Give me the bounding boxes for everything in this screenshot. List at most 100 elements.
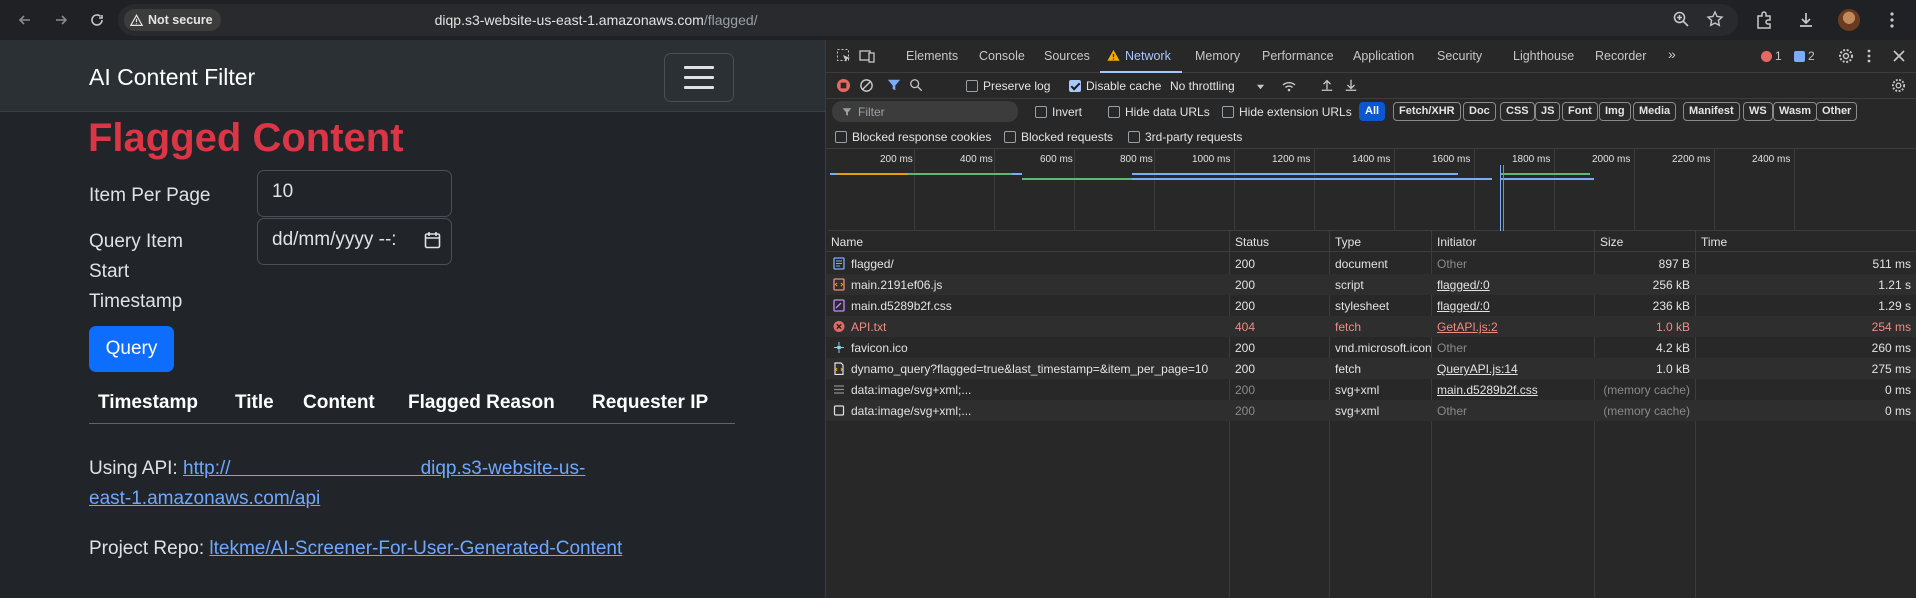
url-text[interactable]: diqp.s3-website-us-east-1.amazonaws.com/… bbox=[435, 12, 758, 28]
address-bar[interactable]: Not secure diqp.s3-website-us-east-1.ama… bbox=[118, 4, 1738, 36]
api-link-continued[interactable]: east-1.amazonaws.com/api bbox=[89, 488, 320, 509]
type-filter-media[interactable]: Media bbox=[1633, 102, 1677, 121]
request-row[interactable]: main.d5289b2f.css 200 stylesheet flagged/:0… bbox=[826, 295, 1916, 316]
network-conditions-icon[interactable] bbox=[1281, 78, 1297, 94]
download-icon[interactable] bbox=[1796, 10, 1816, 30]
navbar-toggler-button[interactable] bbox=[664, 53, 734, 102]
type-filter-css[interactable]: CSS bbox=[1500, 102, 1535, 121]
settings-gear-icon[interactable] bbox=[1838, 48, 1854, 64]
chevron-down-icon[interactable] bbox=[1256, 82, 1265, 91]
request-row[interactable]: main.2191ef06.js 200 script flagged/:0 256 k… bbox=[826, 274, 1916, 295]
type-filter-doc[interactable]: Doc bbox=[1463, 102, 1496, 121]
import-har-icon[interactable] bbox=[1320, 78, 1334, 92]
back-button[interactable] bbox=[14, 9, 36, 31]
item-per-page-input[interactable]: 10 bbox=[257, 170, 452, 217]
clear-icon[interactable] bbox=[859, 78, 874, 93]
query-button[interactable]: Query bbox=[89, 326, 174, 372]
col-type[interactable]: Type bbox=[1335, 235, 1361, 249]
request-name[interactable]: main.d5289b2f.css bbox=[851, 299, 952, 313]
type-filter-ws[interactable]: WS bbox=[1743, 102, 1773, 121]
col-time[interactable]: Time bbox=[1701, 235, 1727, 249]
third-party-checkbox[interactable] bbox=[1128, 131, 1140, 143]
tab-performance[interactable]: Performance bbox=[1262, 49, 1334, 63]
export-har-icon[interactable] bbox=[1344, 78, 1358, 92]
tab-console[interactable]: Console bbox=[979, 49, 1025, 63]
inspect-element-icon[interactable] bbox=[836, 48, 852, 64]
disable-cache-checkbox[interactable] bbox=[1069, 80, 1081, 92]
record-stop-icon[interactable] bbox=[836, 78, 851, 93]
request-row[interactable]: data:image/svg+xml;... 200 svg+xml Other (me… bbox=[826, 400, 1916, 421]
network-overview-timeline[interactable]: 200 ms 400 ms 600 ms 800 ms 1000 ms 1200… bbox=[828, 149, 1916, 231]
request-initiator[interactable]: flagged/:0 bbox=[1437, 299, 1490, 313]
request-initiator[interactable]: QueryAPI.js:14 bbox=[1437, 362, 1518, 376]
request-name[interactable]: dynamo_query?flagged=true&last_timestamp… bbox=[851, 362, 1208, 376]
request-row[interactable]: data:image/svg+xml;... 200 svg+xml main.d52… bbox=[826, 379, 1916, 400]
tab-elements[interactable]: Elements bbox=[906, 49, 958, 63]
type-filter-wasm[interactable]: Wasm bbox=[1773, 102, 1817, 121]
type-filter-all[interactable]: All bbox=[1359, 102, 1386, 121]
navbar-brand[interactable]: AI Content Filter bbox=[89, 64, 255, 91]
calendar-icon[interactable] bbox=[424, 231, 441, 249]
tab-memory[interactable]: Memory bbox=[1195, 49, 1240, 63]
request-name[interactable]: main.2191ef06.js bbox=[851, 278, 942, 292]
request-row[interactable]: favicon.ico 200 vnd.microsoft.icon Other 4.2… bbox=[826, 337, 1916, 358]
request-row[interactable]: flagged/200 document Other 897 B 511 ms bbox=[826, 253, 1916, 274]
profile-avatar[interactable] bbox=[1838, 9, 1860, 31]
zoom-icon[interactable] bbox=[1672, 10, 1690, 28]
close-devtools-icon[interactable] bbox=[1891, 48, 1907, 64]
filter-funnel-icon[interactable] bbox=[887, 78, 901, 92]
request-name[interactable]: favicon.ico bbox=[851, 341, 908, 355]
device-toolbar-icon[interactable] bbox=[859, 48, 875, 64]
col-size[interactable]: Size bbox=[1600, 235, 1623, 249]
tab-lighthouse[interactable]: Lighthouse bbox=[1513, 49, 1574, 63]
tab-sources[interactable]: Sources bbox=[1044, 49, 1090, 63]
filter-input[interactable]: Filter bbox=[832, 101, 1018, 122]
type-filter-fetch-xhr[interactable]: Fetch/XHR bbox=[1393, 102, 1461, 121]
tab-recorder[interactable]: Recorder bbox=[1595, 49, 1646, 63]
reload-icon bbox=[91, 14, 103, 26]
request-name[interactable]: data:image/svg+xml;... bbox=[851, 383, 971, 397]
security-chip[interactable]: Not secure bbox=[124, 9, 221, 31]
col-initiator[interactable]: Initiator bbox=[1437, 235, 1476, 249]
col-name[interactable]: Name bbox=[831, 235, 863, 249]
blocked-cookies-checkbox[interactable] bbox=[835, 131, 847, 143]
repo-link[interactable]: ltekme/AI-Screener-For-User-Generated-Co… bbox=[209, 538, 622, 559]
network-settings-gear-icon[interactable] bbox=[1891, 78, 1906, 93]
preserve-log-checkbox[interactable] bbox=[966, 80, 978, 92]
menu-kebab-icon[interactable] bbox=[1882, 10, 1902, 30]
search-icon[interactable] bbox=[909, 78, 923, 92]
throttling-select[interactable]: No throttling bbox=[1170, 79, 1235, 93]
hide-extension-urls-checkbox[interactable] bbox=[1222, 106, 1234, 118]
request-name[interactable]: data:image/svg+xml;... bbox=[851, 404, 971, 418]
tab-network[interactable]: Network bbox=[1125, 49, 1171, 63]
request-name[interactable]: flagged/ bbox=[851, 257, 894, 271]
hide-data-urls-checkbox[interactable] bbox=[1108, 106, 1120, 118]
extensions-icon[interactable] bbox=[1754, 10, 1774, 30]
tab-security[interactable]: Security bbox=[1437, 49, 1482, 63]
type-filter-font[interactable]: Font bbox=[1562, 102, 1598, 121]
reload-button[interactable] bbox=[86, 9, 108, 31]
request-initiator[interactable]: main.d5289b2f.css bbox=[1437, 383, 1538, 397]
message-count-badge[interactable]: 2 bbox=[1794, 49, 1815, 63]
customize-kebab-icon[interactable] bbox=[1861, 48, 1877, 64]
type-filter-img[interactable]: Img bbox=[1599, 102, 1631, 121]
col-status[interactable]: Status bbox=[1235, 235, 1269, 249]
devtools-panel: Elements Console Sources Network Memory … bbox=[825, 40, 1916, 598]
more-tabs-chevron-icon[interactable]: » bbox=[1668, 46, 1676, 62]
request-row[interactable]: API.txt 404 fetch GetAPI.js:2 1.0 kB 254 ms bbox=[826, 316, 1916, 337]
type-filter-js[interactable]: JS bbox=[1535, 102, 1561, 121]
request-initiator[interactable]: flagged/:0 bbox=[1437, 278, 1490, 292]
request-name[interactable]: API.txt bbox=[851, 320, 886, 334]
blocked-requests-checkbox[interactable] bbox=[1004, 131, 1016, 143]
tab-application[interactable]: Application bbox=[1353, 49, 1414, 63]
invert-checkbox[interactable] bbox=[1035, 106, 1047, 118]
api-link[interactable]: http:// diqp.s3-website-us- bbox=[183, 458, 585, 479]
request-row[interactable]: dynamo_query?flagged=true&last_timestamp… bbox=[826, 358, 1916, 379]
request-initiator[interactable]: GetAPI.js:2 bbox=[1437, 320, 1498, 334]
forward-button[interactable] bbox=[50, 9, 72, 31]
bookmark-star-icon[interactable] bbox=[1706, 10, 1724, 28]
error-count-badge[interactable]: 1 bbox=[1761, 49, 1782, 63]
query-start-datetime-input[interactable]: dd/mm/yyyy --: bbox=[257, 218, 452, 265]
type-filter-other[interactable]: Other bbox=[1816, 102, 1858, 121]
type-filter-manifest[interactable]: Manifest bbox=[1683, 102, 1740, 121]
